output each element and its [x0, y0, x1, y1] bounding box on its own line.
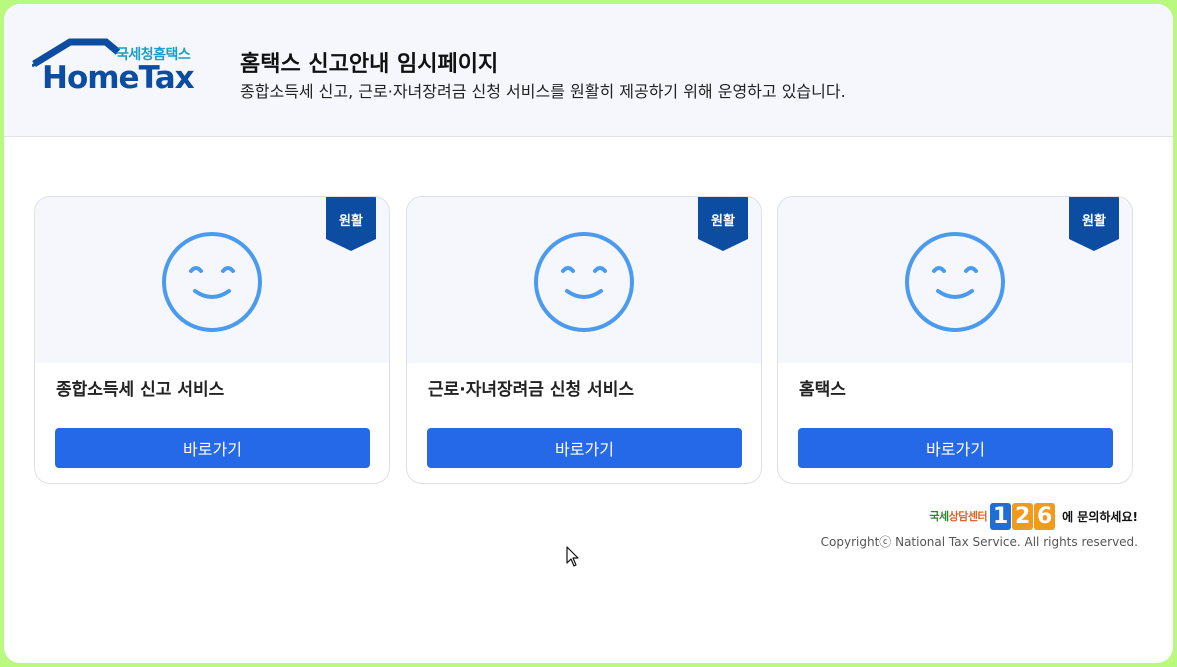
status-badge-text: 원활 — [711, 214, 735, 229]
service-card-incentive: 원활 근로·자녀장려금 신청 서비스 바로가기 — [406, 196, 762, 484]
help-center-label-part1: 국세 — [929, 510, 949, 523]
card-icon-area: 원활 — [35, 197, 389, 363]
copyright: Copyrightⓒ National Tax Service. All rig… — [820, 535, 1138, 549]
status-badge: 원활 — [1069, 197, 1119, 251]
mouse-pointer-icon — [566, 546, 579, 567]
help-center-label: 국세상담센터 — [929, 508, 987, 524]
card-title: 종합소득세 신고 서비스 — [56, 380, 225, 400]
go-button[interactable]: 바로가기 — [55, 428, 370, 468]
smile-icon — [534, 232, 634, 332]
service-cards: 원활 종합소득세 신고 서비스 바로가기 원활 근로·자녀장려금 신청 서비스 … — [34, 196, 1140, 484]
header: 국세청홈택스 HomeTax 홈택스 신고안내 임시페이지 종합소득세 신고, … — [4, 4, 1173, 137]
smile-icon — [905, 232, 1005, 332]
card-icon-area: 원활 — [778, 197, 1132, 363]
service-card-hometax: 원활 홈택스 바로가기 — [777, 196, 1133, 484]
card-icon-area: 원활 — [407, 197, 761, 363]
go-button[interactable]: 바로가기 — [427, 428, 742, 468]
help-center-label-part2: 상담센터 — [948, 510, 988, 523]
go-button[interactable]: 바로가기 — [798, 428, 1113, 468]
status-badge-text: 원활 — [1082, 214, 1106, 229]
page-title: 홈택스 신고안내 임시페이지 — [240, 52, 499, 77]
smile-icon — [162, 232, 262, 332]
card-title: 홈택스 — [799, 380, 846, 400]
help-number-digit: 1 — [990, 502, 1012, 530]
hometax-logo[interactable]: 국세청홈택스 HomeTax — [32, 38, 204, 98]
status-badge: 원활 — [326, 197, 376, 251]
status-badge-text: 원활 — [339, 214, 363, 229]
page-subtitle: 종합소득세 신고, 근로·자녀장려금 신청 서비스를 원활히 제공하기 위해 운… — [240, 82, 846, 101]
help-number-digit: 6 — [1034, 502, 1056, 530]
card-title: 근로·자녀장려금 신청 서비스 — [428, 380, 634, 400]
status-badge: 원활 — [698, 197, 748, 251]
help-center-tail: 에 문의하세요! — [1062, 509, 1138, 524]
logo-english-text: HomeTax — [42, 60, 195, 96]
service-card-income-tax: 원활 종합소득세 신고 서비스 바로가기 — [34, 196, 390, 484]
help-center-banner: 국세상담센터 1 2 6 에 문의하세요! — [929, 501, 1138, 531]
page-frame: 국세청홈택스 HomeTax 홈택스 신고안내 임시페이지 종합소득세 신고, … — [4, 4, 1173, 663]
help-number-digit: 2 — [1012, 502, 1034, 530]
